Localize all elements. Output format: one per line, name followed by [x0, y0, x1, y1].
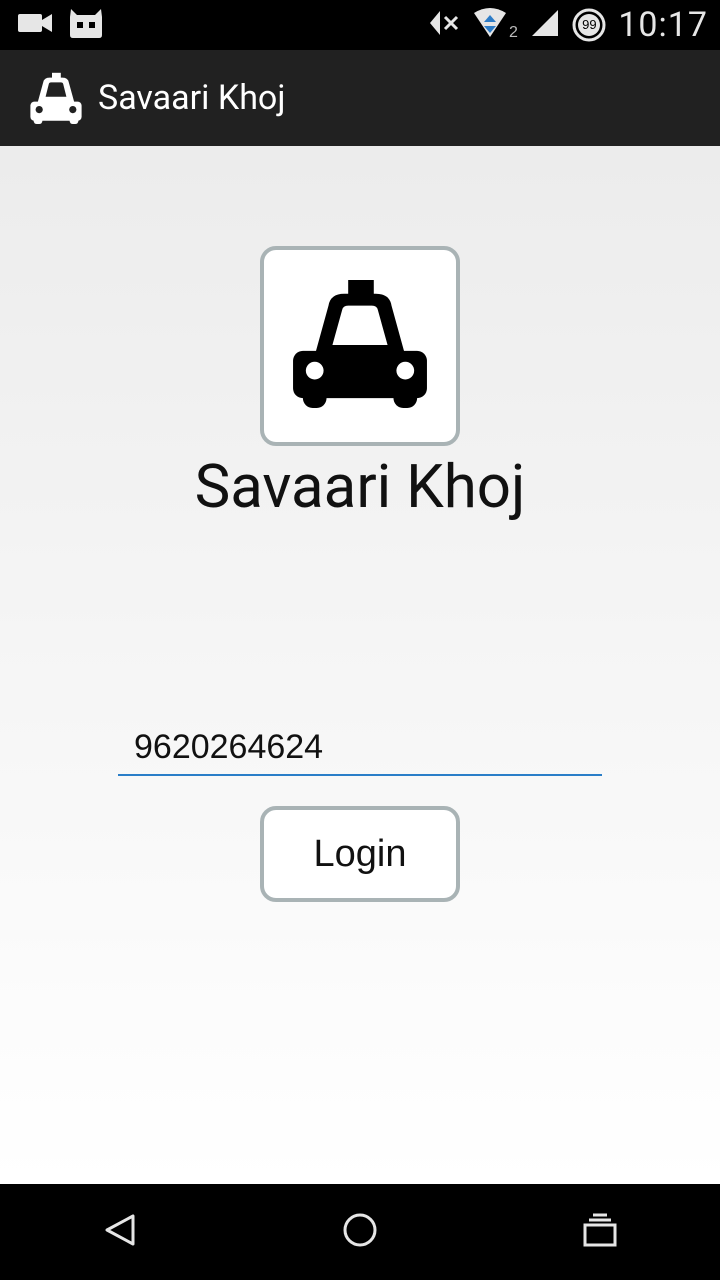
back-button[interactable]	[60, 1184, 180, 1280]
status-system-icons: 2 99 10:17	[428, 0, 708, 50]
status-clock: 10:17	[618, 5, 708, 45]
recent-apps-button[interactable]	[540, 1184, 660, 1280]
alarm-badge-icon: 99	[572, 8, 606, 42]
phone-number-input[interactable]	[118, 720, 602, 776]
login-screen: Savaari Khoj Login	[0, 146, 720, 1184]
home-button[interactable]	[300, 1184, 420, 1280]
app-logo	[260, 246, 460, 446]
login-button[interactable]: Login	[260, 806, 460, 902]
navigation-bar	[0, 1184, 720, 1280]
action-bar-title: Savaari Khoj	[98, 78, 286, 118]
sim-slot-label: 2	[509, 24, 518, 39]
cyanogen-mascot-icon	[68, 7, 104, 43]
data-transfer-icon: 2	[472, 7, 518, 43]
recent-apps-icon	[582, 1213, 618, 1251]
home-icon	[342, 1212, 378, 1252]
action-bar: Savaari Khoj	[0, 50, 720, 146]
notification-badge-count: 99	[582, 17, 597, 32]
taxi-icon	[289, 280, 431, 412]
status-bar: 2 99 10:17	[0, 0, 720, 50]
taxi-icon[interactable]	[28, 70, 84, 126]
vibrate-mute-icon	[428, 8, 460, 42]
back-icon	[103, 1213, 137, 1251]
signal-strength-icon	[530, 8, 560, 42]
app-name-heading: Savaari Khoj	[194, 451, 526, 522]
status-notifications	[18, 8, 104, 42]
video-camera-icon	[18, 11, 54, 39]
